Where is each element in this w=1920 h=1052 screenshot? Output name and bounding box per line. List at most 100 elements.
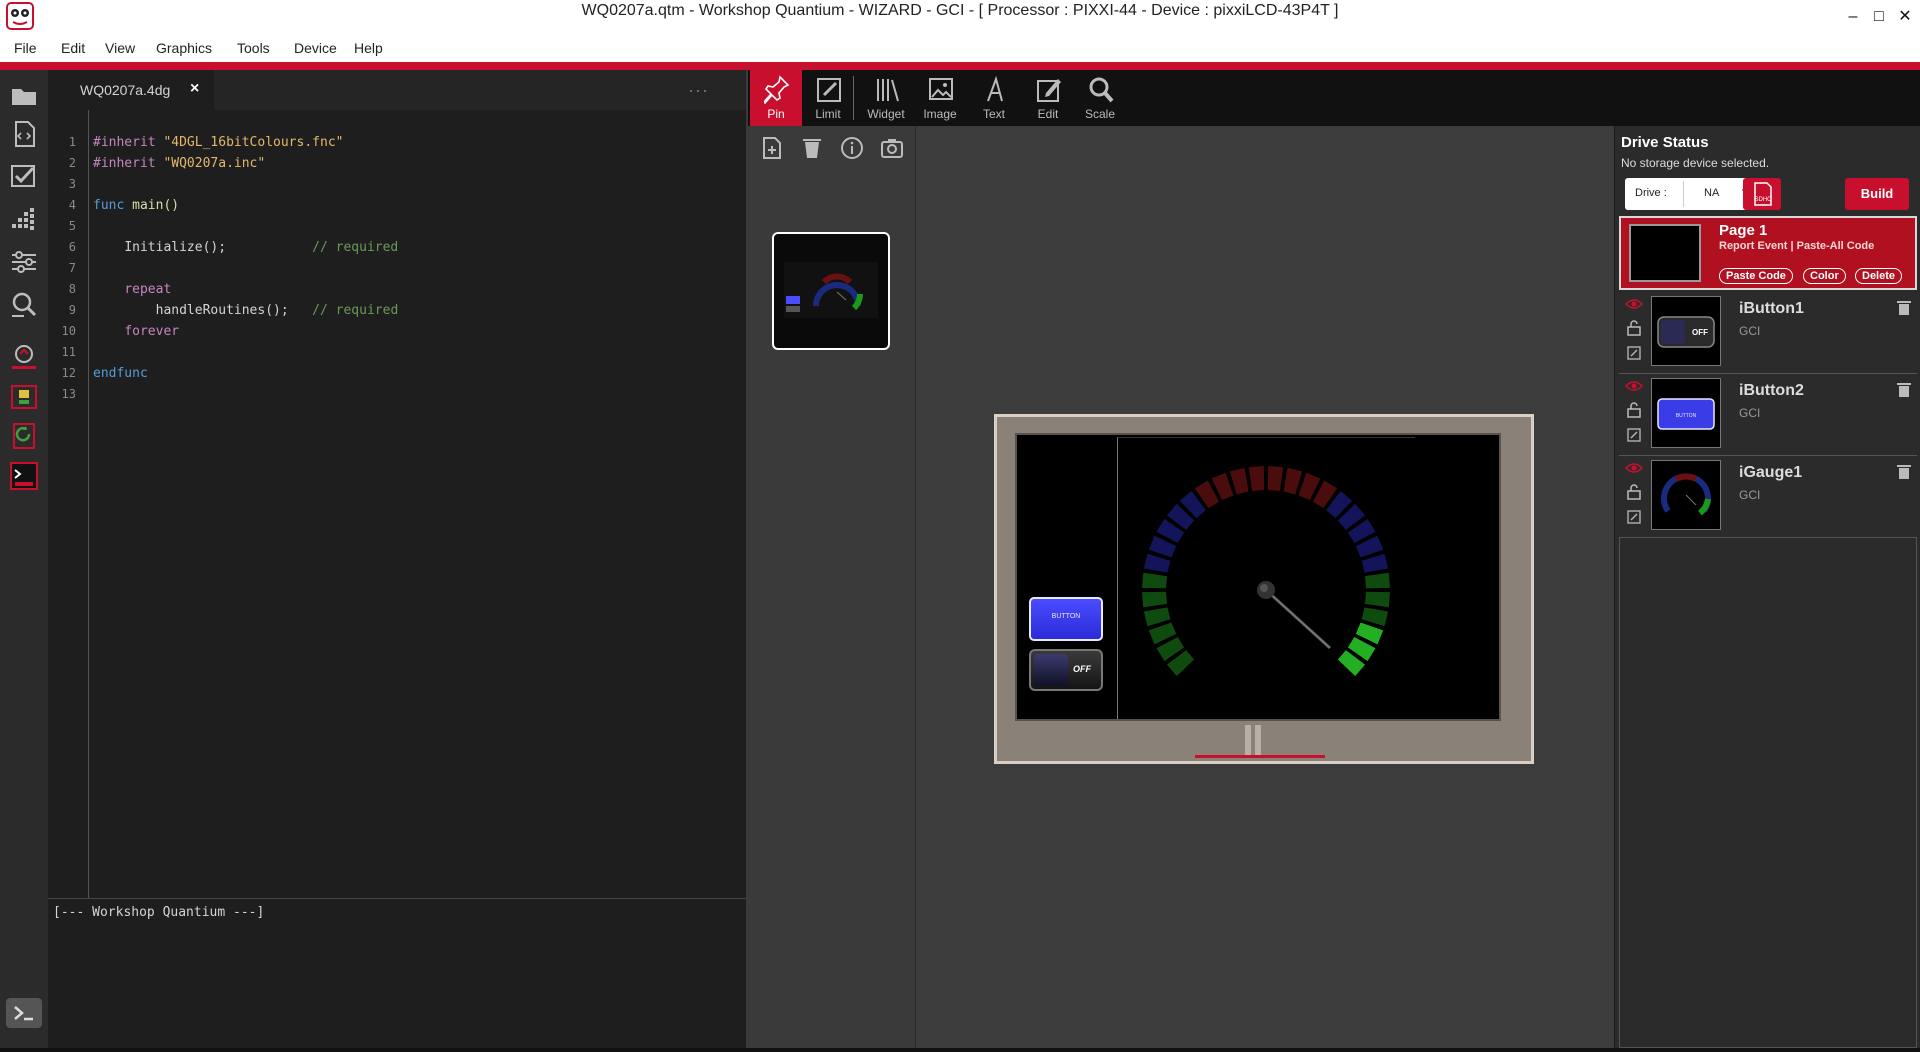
- menu-tools[interactable]: Tools: [237, 40, 270, 56]
- folder-icon[interactable]: [8, 80, 40, 112]
- sd-card-button[interactable]: SDHC: [1743, 178, 1781, 210]
- activity-bar: [0, 70, 48, 1052]
- menu-edit[interactable]: Edit: [61, 40, 85, 56]
- terminal-toggle-icon[interactable]: [6, 998, 42, 1028]
- tool-image[interactable]: Image: [914, 70, 966, 126]
- sd-card-icon: SDHC: [1754, 182, 1772, 206]
- eye-icon[interactable]: [1625, 462, 1643, 474]
- pixxi-logo-icon[interactable]: [8, 342, 40, 374]
- code-line-12: endfunc: [93, 366, 148, 381]
- widget-thumbnail: [1651, 460, 1721, 530]
- rtk-terminal-icon[interactable]: [8, 460, 40, 492]
- keyword: func: [93, 198, 125, 213]
- checkbox-icon[interactable]: [8, 160, 40, 192]
- tab-close-icon[interactable]: ×: [190, 80, 199, 98]
- more-options-icon[interactable]: ···: [688, 80, 709, 101]
- sliders-icon[interactable]: [8, 246, 40, 278]
- widget-type: GCI: [1739, 324, 1761, 338]
- device-connector: [1255, 725, 1261, 755]
- tool-edit[interactable]: Edit: [1022, 70, 1074, 126]
- drive-dropdown[interactable]: NA ▼: [1683, 181, 1751, 207]
- design-canvas[interactable]: BUTTON OFF: [916, 126, 1610, 1052]
- string-literal: "4DGL_16bitColours.fnc": [163, 135, 344, 150]
- menu-bar: File Edit View Graphics Tools Device Hel…: [0, 34, 1920, 62]
- ibutton1-widget[interactable]: OFF: [1029, 649, 1103, 691]
- ibutton2-widget[interactable]: BUTTON: [1029, 597, 1103, 641]
- tool-widget[interactable]: Widget: [860, 70, 912, 126]
- tool-pin[interactable]: Pin: [750, 70, 802, 126]
- widget-row-igauge1[interactable]: iGauge1 GCI: [1619, 456, 1917, 538]
- code-icon[interactable]: [1627, 346, 1641, 360]
- unlock-icon[interactable]: [1627, 402, 1641, 418]
- code-file-icon[interactable]: [8, 118, 40, 150]
- menu-graphics[interactable]: Graphics: [156, 40, 212, 56]
- code-line-8: repeat: [93, 282, 171, 297]
- call-statement: handleRoutines();: [155, 303, 289, 318]
- grid-icon[interactable]: [8, 204, 40, 236]
- delete-page-button[interactable]: Delete: [1855, 268, 1903, 284]
- app-window: WQ0207a.qtm - Workshop Quantium - WIZARD…: [0, 0, 1920, 1052]
- toolbar-divider: [853, 76, 854, 120]
- line-number-gutter: 1 2 3 4 5 6 7 8 9 10 11 12 13: [48, 110, 88, 898]
- device-screen: BUTTON OFF: [1015, 433, 1501, 721]
- call-statement: Initialize();: [124, 240, 227, 255]
- trash-icon[interactable]: [1897, 300, 1911, 316]
- paste-code-button[interactable]: Paste Code: [1719, 268, 1793, 284]
- code-line-10: forever: [93, 324, 179, 339]
- keyword: forever: [124, 324, 180, 339]
- info-icon[interactable]: [840, 136, 864, 160]
- output-console[interactable]: [--- Workshop Quantium ---]: [48, 898, 746, 1052]
- code-line-4: func main(): [93, 198, 179, 213]
- refresh-icon[interactable]: [8, 420, 40, 452]
- widget-row-ibutton1[interactable]: OFF iButton1 GCI: [1619, 292, 1917, 374]
- title-bar: WQ0207a.qtm - Workshop Quantium - WIZARD…: [0, 0, 1920, 34]
- page-card-links[interactable]: Report Event | Paste-All Code: [1719, 240, 1874, 252]
- menu-help[interactable]: Help: [354, 40, 383, 56]
- editor-tab[interactable]: WQ0207a.4dg ×: [48, 70, 214, 110]
- gauge-segment: [1143, 553, 1171, 573]
- camera-icon[interactable]: [880, 136, 904, 160]
- eye-icon[interactable]: [1625, 298, 1643, 310]
- page-card[interactable]: Page 1 Report Event | Paste-All Code Pas…: [1619, 216, 1917, 290]
- accent-divider: [0, 62, 1920, 70]
- line-number: 11: [61, 345, 76, 359]
- widget-name: iButton1: [1739, 300, 1804, 317]
- maximize-button[interactable]: □: [1866, 4, 1892, 30]
- delete-page-icon[interactable]: [800, 136, 824, 160]
- tool-scale[interactable]: Scale: [1074, 70, 1126, 126]
- code-icon[interactable]: [1627, 510, 1641, 524]
- magnifier-icon[interactable]: [8, 288, 40, 320]
- trash-icon[interactable]: [1897, 382, 1911, 398]
- build-button[interactable]: Build: [1845, 178, 1909, 210]
- directive: #inherit: [93, 156, 156, 171]
- gauge-preview-icon: [1661, 473, 1711, 516]
- menu-file[interactable]: File: [14, 40, 37, 56]
- line-number: 7: [68, 261, 76, 275]
- tool-limit[interactable]: Limit: [802, 70, 854, 126]
- button-preview-icon: BUTTON: [1657, 398, 1715, 430]
- igauge1-widget[interactable]: [1117, 437, 1415, 719]
- status-bar: [0, 1048, 1920, 1052]
- gauge-segment: [1283, 467, 1303, 495]
- eye-icon[interactable]: [1625, 380, 1643, 392]
- widget-list-empty-area: [1619, 538, 1917, 1048]
- minimize-button[interactable]: –: [1840, 4, 1866, 30]
- line-number: 13: [61, 387, 76, 401]
- gauge-segment: [1142, 591, 1167, 608]
- unlock-icon[interactable]: [1627, 320, 1641, 336]
- upload-device-icon[interactable]: [8, 382, 40, 414]
- tool-text[interactable]: Text: [968, 70, 1020, 126]
- page-thumbnail[interactable]: [772, 232, 890, 350]
- add-page-icon[interactable]: [760, 136, 784, 160]
- menu-device[interactable]: Device: [294, 40, 337, 56]
- widget-row-ibutton2[interactable]: BUTTON iButton2 GCI: [1619, 374, 1917, 456]
- close-window-button[interactable]: ✕: [1892, 4, 1918, 30]
- drive-label: Drive :: [1635, 187, 1667, 199]
- color-button[interactable]: Color: [1803, 268, 1846, 284]
- unlock-icon[interactable]: [1627, 484, 1641, 500]
- trash-icon[interactable]: [1897, 464, 1911, 480]
- line-number: 9: [68, 303, 76, 317]
- gauge-segment: [1365, 572, 1390, 589]
- menu-view[interactable]: View: [105, 40, 135, 56]
- code-icon[interactable]: [1627, 428, 1641, 442]
